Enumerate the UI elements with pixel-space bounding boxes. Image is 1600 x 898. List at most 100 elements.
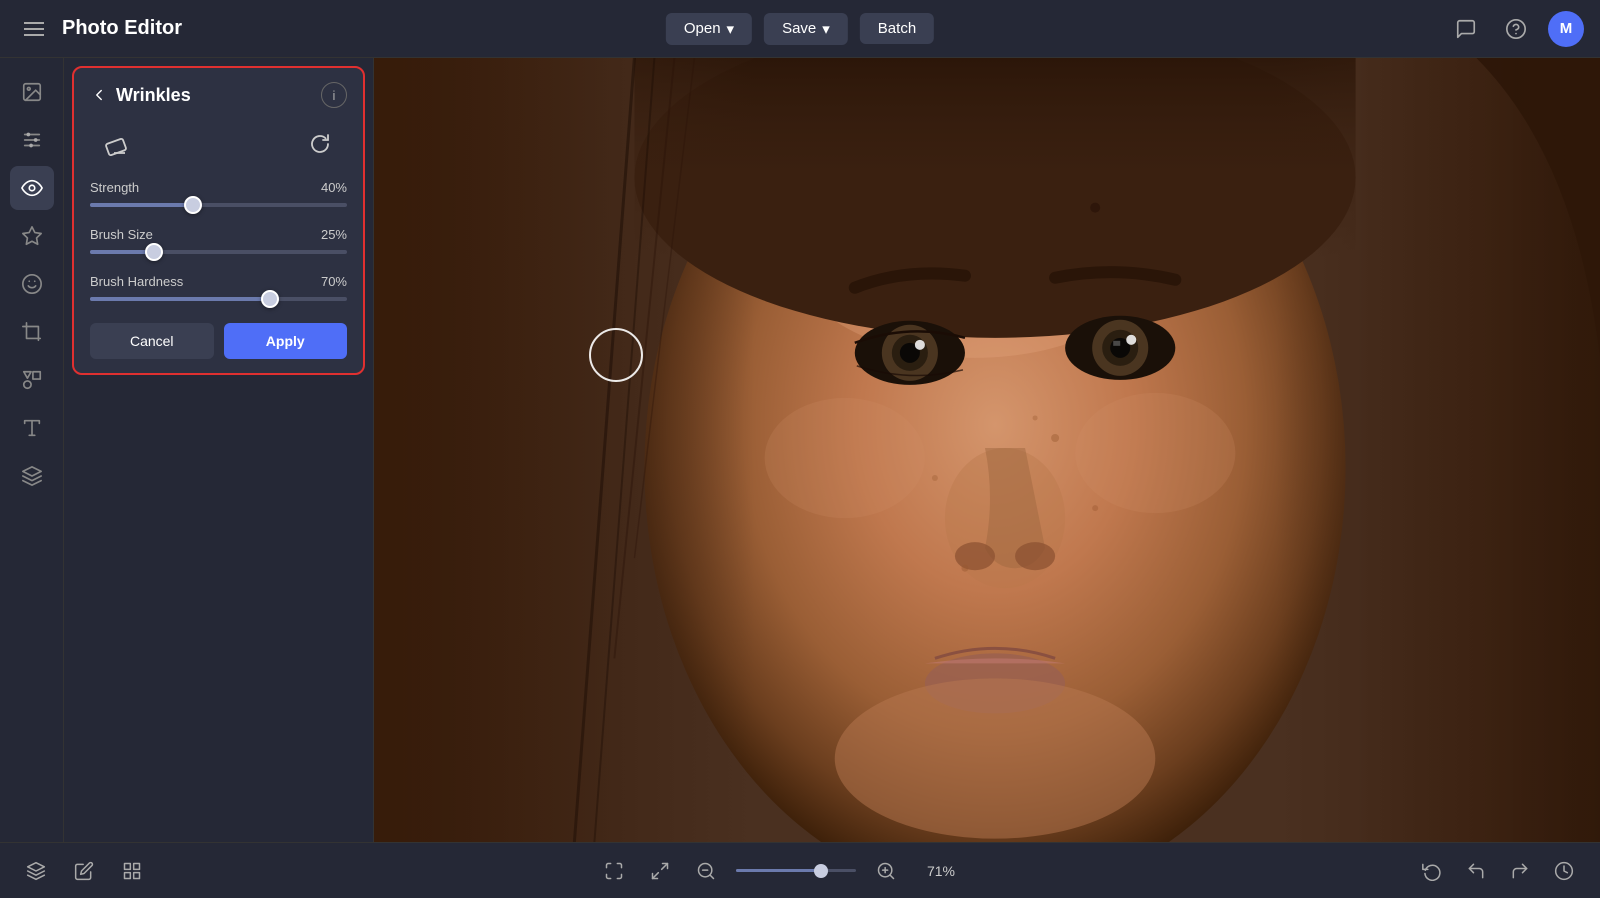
back-arrow-icon bbox=[90, 86, 108, 104]
brush-size-section: Brush Size 25% bbox=[90, 227, 347, 254]
redo-button[interactable] bbox=[1504, 855, 1536, 887]
sidebar-item-adjustments[interactable] bbox=[10, 118, 54, 162]
undo-icon bbox=[1466, 861, 1486, 881]
layers-bottom-button[interactable] bbox=[20, 855, 52, 887]
crop-icon bbox=[21, 321, 43, 343]
canvas-area[interactable] bbox=[374, 58, 1600, 842]
wrinkles-panel: Wrinkles i bbox=[72, 66, 365, 375]
history-icon bbox=[1554, 861, 1574, 881]
bottom-bar-center: 71% bbox=[598, 855, 966, 887]
brush-hardness-label-row: Brush Hardness 70% bbox=[90, 274, 347, 289]
panel-header-left: Wrinkles bbox=[90, 85, 191, 106]
zoom-display: 71% bbox=[916, 863, 966, 879]
panel-actions: Cancel Apply bbox=[90, 323, 347, 359]
text-icon bbox=[21, 417, 43, 439]
strength-section: Strength 40% bbox=[90, 180, 347, 207]
zoom-in-button[interactable] bbox=[870, 855, 902, 887]
brush-size-label-row: Brush Size 25% bbox=[90, 227, 347, 242]
zoom-out-icon bbox=[696, 861, 716, 881]
brush-hardness-label: Brush Hardness bbox=[90, 274, 183, 289]
effects-icon bbox=[21, 225, 43, 247]
shapes-icon bbox=[21, 369, 43, 391]
reset-view-button[interactable] bbox=[1416, 855, 1448, 887]
panel-tools bbox=[90, 126, 347, 162]
zoom-slider-fill bbox=[736, 869, 821, 872]
batch-button[interactable]: Batch bbox=[860, 13, 934, 44]
sidebar-item-crop[interactable] bbox=[10, 310, 54, 354]
strength-slider-track[interactable] bbox=[90, 203, 347, 207]
hamburger-icon bbox=[24, 22, 44, 36]
bottom-bar: 71% bbox=[0, 842, 1600, 898]
brush-hardness-slider-thumb[interactable] bbox=[261, 290, 279, 308]
grid-bottom-button[interactable] bbox=[116, 855, 148, 887]
brush-size-label: Brush Size bbox=[90, 227, 153, 242]
retouch-icon bbox=[21, 273, 43, 295]
erase-tool-button[interactable] bbox=[98, 126, 134, 162]
reset-tool-button[interactable] bbox=[303, 126, 339, 162]
panel-area: Wrinkles i bbox=[64, 58, 374, 842]
strength-slider-fill bbox=[90, 203, 193, 207]
panel-title: Wrinkles bbox=[116, 85, 191, 106]
brush-hardness-value: 70% bbox=[321, 274, 347, 289]
adjustments-icon bbox=[21, 129, 43, 151]
zoom-out-button[interactable] bbox=[690, 855, 722, 887]
zoom-in-icon bbox=[876, 861, 896, 881]
zoom-slider[interactable] bbox=[736, 869, 856, 872]
strength-value: 40% bbox=[321, 180, 347, 195]
header-center: Open ▾ Save ▾ Batch bbox=[666, 13, 934, 45]
fit2-icon bbox=[650, 861, 670, 881]
fit-button[interactable] bbox=[598, 855, 630, 887]
sidebar-item-image[interactable] bbox=[10, 70, 54, 114]
back-button[interactable] bbox=[90, 86, 108, 104]
grid-bottom-icon bbox=[122, 861, 142, 881]
eraser-icon bbox=[103, 131, 129, 157]
eye-icon bbox=[21, 177, 43, 199]
brush-size-slider-thumb[interactable] bbox=[145, 243, 163, 261]
brush-hardness-slider-fill bbox=[90, 297, 270, 301]
chat-icon bbox=[1455, 18, 1477, 40]
save-button[interactable]: Save ▾ bbox=[764, 13, 848, 45]
panel-header: Wrinkles i bbox=[90, 82, 347, 108]
layers-bottom-icon bbox=[26, 861, 46, 881]
help-icon bbox=[1505, 18, 1527, 40]
hamburger-button[interactable] bbox=[16, 11, 52, 47]
zoom-slider-thumb[interactable] bbox=[814, 864, 828, 878]
reset-view-icon bbox=[1422, 861, 1442, 881]
strength-label-row: Strength 40% bbox=[90, 180, 347, 195]
layers-icon bbox=[21, 465, 43, 487]
bottom-bar-right bbox=[1416, 855, 1580, 887]
avatar-button[interactable]: M bbox=[1548, 11, 1584, 47]
brush-hardness-slider-track[interactable] bbox=[90, 297, 347, 301]
main-area: Wrinkles i bbox=[0, 58, 1600, 842]
edit-bottom-icon bbox=[74, 861, 94, 881]
brush-size-value: 25% bbox=[321, 227, 347, 242]
undo-button[interactable] bbox=[1460, 855, 1492, 887]
sidebar-item-text[interactable] bbox=[10, 406, 54, 450]
sidebar-item-shapes[interactable] bbox=[10, 358, 54, 402]
chat-button[interactable] bbox=[1448, 11, 1484, 47]
cancel-button[interactable]: Cancel bbox=[90, 323, 214, 359]
sidebar-item-preview[interactable] bbox=[10, 166, 54, 210]
header: Photo Editor Open ▾ Save ▾ Batch bbox=[0, 0, 1600, 58]
sidebar bbox=[0, 58, 64, 842]
header-right: M bbox=[1448, 11, 1584, 47]
image-icon bbox=[21, 81, 43, 103]
edit-bottom-button[interactable] bbox=[68, 855, 100, 887]
fit2-button[interactable] bbox=[644, 855, 676, 887]
redo-icon bbox=[1510, 861, 1530, 881]
history-button[interactable] bbox=[1548, 855, 1580, 887]
help-button[interactable] bbox=[1498, 11, 1534, 47]
sidebar-item-layers[interactable] bbox=[10, 454, 54, 498]
app-title: Photo Editor bbox=[62, 17, 182, 40]
fit-icon bbox=[604, 861, 624, 881]
sidebar-item-effects[interactable] bbox=[10, 214, 54, 258]
brush-size-slider-track[interactable] bbox=[90, 250, 347, 254]
strength-slider-thumb[interactable] bbox=[184, 196, 202, 214]
info-button[interactable]: i bbox=[321, 82, 347, 108]
open-button[interactable]: Open ▾ bbox=[666, 13, 752, 45]
strength-label: Strength bbox=[90, 180, 139, 195]
brush-hardness-section: Brush Hardness 70% bbox=[90, 274, 347, 301]
sidebar-item-retouch[interactable] bbox=[10, 262, 54, 306]
header-left: Photo Editor bbox=[16, 11, 182, 47]
apply-button[interactable]: Apply bbox=[224, 323, 348, 359]
